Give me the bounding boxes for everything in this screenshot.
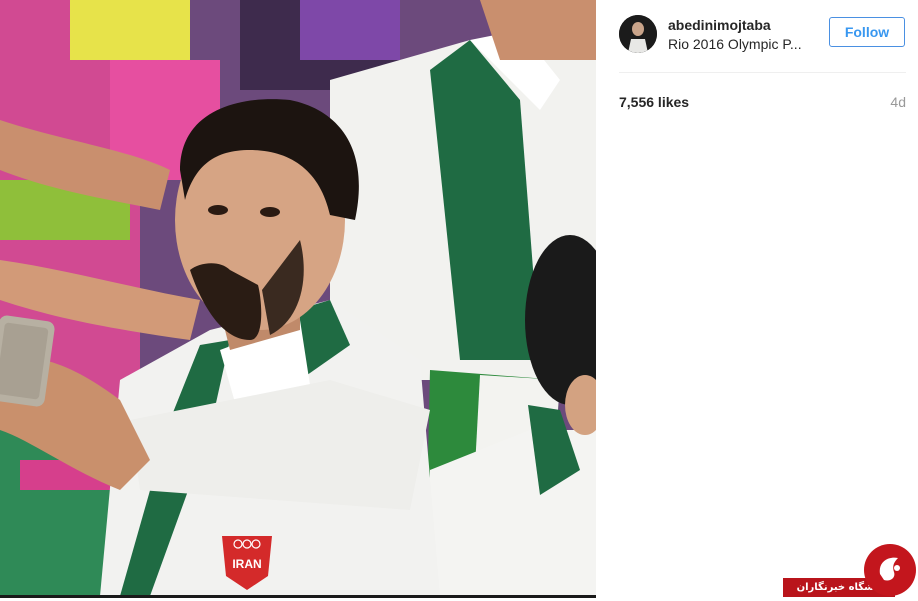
location-link[interactable]: Rio 2016 Olympic P... xyxy=(668,36,813,52)
likes-count[interactable]: 7,556 likes xyxy=(619,94,689,110)
header-divider xyxy=(619,72,906,73)
post-time[interactable]: 4d xyxy=(881,94,906,110)
selfie-photo-illustration: IRAN xyxy=(0,0,596,596)
follow-button[interactable]: Follow xyxy=(829,17,905,47)
post-info-panel: abedinimojtaba Rio 2016 Olympic P... Fol… xyxy=(596,0,918,598)
post-photo[interactable]: IRAN xyxy=(0,0,596,596)
watermark-logo-shape xyxy=(866,546,914,594)
watermark-logo-icon xyxy=(864,544,916,596)
username-link[interactable]: abedinimojtaba xyxy=(668,17,771,33)
avatar-image xyxy=(619,15,657,53)
profile-avatar[interactable] xyxy=(619,15,657,53)
jacket-badge-text: IRAN xyxy=(232,557,261,571)
